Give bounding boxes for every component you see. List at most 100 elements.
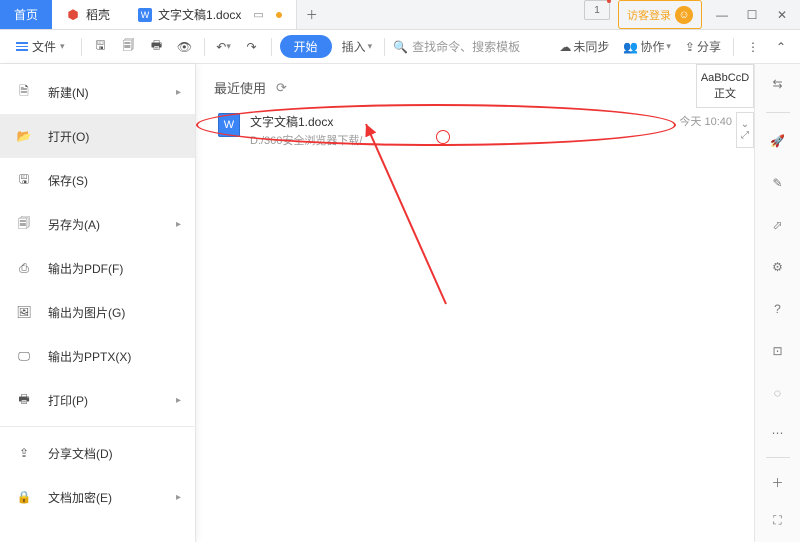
pptx-icon: 🖵	[14, 346, 34, 366]
style-preview[interactable]: AaBbCcD 正文	[696, 64, 754, 108]
collapse-ribbon-icon[interactable]: ⌃	[770, 36, 792, 58]
image-icon: 🖼	[14, 302, 34, 322]
print-preview-icon[interactable]: 👁	[174, 36, 196, 58]
select-icon[interactable]: ⬀	[764, 211, 792, 239]
menu-export-pptx-label: 输出为PPTX(X)	[48, 348, 131, 365]
chevron-right-icon: ▸	[176, 395, 181, 406]
menu-save-as[interactable]: 🗐 另存为(A) ▸	[0, 202, 195, 246]
menu-save[interactable]: 🖫 保存(S)	[0, 158, 195, 202]
zoom-in-icon[interactable]: ＋	[764, 468, 792, 496]
tab-insert[interactable]: 插入▾	[338, 38, 377, 55]
ruler-icon[interactable]: ⇆	[764, 70, 792, 98]
menu-export-img[interactable]: 🖼 输出为图片(G)	[0, 290, 195, 334]
toggle-pane-button[interactable]: ⌄ ⤢	[736, 112, 754, 148]
save-disk-icon: 🖫	[14, 170, 34, 190]
share-icon: ⇪	[685, 40, 695, 54]
menu-encrypt[interactable]: 🔒 文档加密(E) ▸	[0, 475, 195, 519]
menu-export-pdf[interactable]: ⎙ 输出为PDF(F)	[0, 246, 195, 290]
collab-button[interactable]: 👥协作▾	[619, 38, 675, 55]
more-icon[interactable]: ⋮	[742, 36, 764, 58]
lock-icon: 🔒	[14, 487, 34, 507]
tab-daoke[interactable]: ⬢ 稻壳	[52, 0, 124, 29]
settings-slider-icon[interactable]: ⚙	[764, 253, 792, 281]
chevron-right-icon: ▸	[176, 87, 181, 98]
expand-icon: ⤢	[741, 130, 749, 141]
help-icon[interactable]: ?	[764, 295, 792, 323]
window-controls: — ☐ ✕	[708, 0, 800, 29]
print-icon: 🖶	[14, 390, 34, 410]
menu-new[interactable]: 🗎 新建(N) ▸	[0, 70, 195, 114]
menu-save-as-label: 另存为(A)	[48, 216, 100, 233]
toolbar: 文件 ▾ 🖫 🗐 🖶 👁 ↶▾ ↷ 开始 插入▾ 🔍 查找命令、搜索模板 ☁未同…	[0, 30, 800, 64]
tab-doc-label: 文字文稿1.docx	[158, 6, 241, 23]
right-sidebar: ⇆ 🚀 ✎ ⬀ ⚙ ? ⊡ ◌ ⋯ ＋ ⛶	[754, 64, 800, 542]
undo-icon[interactable]: ↶▾	[213, 36, 235, 58]
menu-print[interactable]: 🖶 打印(P) ▸	[0, 378, 195, 422]
menu-export-img-label: 输出为图片(G)	[48, 304, 125, 321]
menu-print-label: 打印(P)	[48, 392, 88, 409]
menu-share-doc-label: 分享文档(D)	[48, 445, 113, 462]
add-tab-button[interactable]: ＋	[297, 0, 327, 29]
docx-icon: W	[218, 113, 240, 137]
more-dots-icon[interactable]: ⋯	[764, 419, 792, 447]
style-name: 正文	[714, 85, 736, 101]
file-menu-label: 文件	[32, 38, 56, 55]
hamburger-icon	[16, 42, 28, 51]
menu-save-label: 保存(S)	[48, 172, 88, 189]
chevron-right-icon: ▸	[176, 219, 181, 230]
save-as-disk-icon: 🗐	[14, 214, 34, 234]
cube-icon[interactable]: ⊡	[764, 337, 792, 365]
save-icon[interactable]: 🖫	[90, 36, 112, 58]
rocket-icon[interactable]: 🚀	[764, 127, 792, 155]
menu-export-pdf-label: 输出为PDF(F)	[48, 260, 123, 277]
tab-home[interactable]: 首页	[0, 0, 52, 29]
recent-item[interactable]: W 文字文稿1.docx D:/360安全浏览器下载/ 今天 10:40	[214, 107, 736, 154]
close-button[interactable]: ✕	[768, 1, 796, 29]
share-button[interactable]: ⇪分享	[681, 38, 725, 55]
collab-icon: 👥	[623, 40, 638, 54]
sync-button[interactable]: ☁未同步	[555, 38, 613, 55]
guest-login-button[interactable]: 访客登录 ☺	[618, 0, 702, 29]
avatar-icon: ☺	[675, 6, 693, 24]
search-box[interactable]: 🔍 查找命令、搜索模板	[393, 38, 520, 55]
menu-open[interactable]: 📂 打开(O)	[0, 114, 195, 158]
badge-icon[interactable]: ◌	[764, 379, 792, 407]
maximize-button[interactable]: ☐	[738, 1, 766, 29]
recent-item-time: 今天 10:40	[679, 113, 732, 129]
tab-start[interactable]: 开始	[280, 35, 332, 58]
print-icon[interactable]: 🖶	[146, 36, 168, 58]
titlebar: 首页 ⬢ 稻壳 W 文字文稿1.docx ▭ ＋ 1 访客登录 ☺ — ☐ ✕	[0, 0, 800, 30]
menu-encrypt-label: 文档加密(E)	[48, 489, 112, 506]
menu-new-label: 新建(N)	[48, 84, 89, 101]
minimize-button[interactable]: —	[708, 1, 736, 29]
recent-header-label: 最近使用	[214, 78, 266, 97]
recent-item-title: 文字文稿1.docx	[250, 113, 669, 130]
window-icon: ▭	[253, 8, 263, 21]
refresh-icon[interactable]: ⟳	[276, 80, 287, 96]
search-icon: 🔍	[393, 40, 408, 54]
recent-item-path: D:/360安全浏览器下载/	[250, 132, 669, 148]
pencil-icon[interactable]: ✎	[764, 169, 792, 197]
main-area: 🗎 新建(N) ▸ 📂 打开(O) 🖫 保存(S) 🗐 另存为(A) ▸ ⎙ 输…	[0, 64, 800, 542]
search-placeholder: 查找命令、搜索模板	[412, 38, 520, 55]
new-file-icon: 🗎	[14, 82, 34, 102]
chevron-down-icon: ▾	[60, 41, 65, 52]
recent-panel: 最近使用 ⟳ W 文字文稿1.docx D:/360安全浏览器下载/ 今天 10…	[196, 64, 754, 542]
style-sample: AaBbCcD	[701, 72, 749, 84]
doc-icon: W	[138, 8, 152, 22]
redo-icon[interactable]: ↷	[241, 36, 263, 58]
menu-export-pptx[interactable]: 🖵 输出为PPTX(X)	[0, 334, 195, 378]
guest-login-label: 访客登录	[627, 7, 671, 23]
fullscreen-icon[interactable]: ⛶	[764, 506, 792, 534]
chevron-right-icon: ▸	[176, 492, 181, 503]
pdf-icon: ⎙	[14, 258, 34, 278]
fire-icon: ⬢	[66, 8, 80, 22]
file-menu-panel: 🗎 新建(N) ▸ 📂 打开(O) 🖫 保存(S) 🗐 另存为(A) ▸ ⎙ 输…	[0, 64, 196, 542]
menu-share-doc[interactable]: ⇪ 分享文档(D)	[0, 431, 195, 475]
save-as-icon[interactable]: 🗐	[118, 36, 140, 58]
recent-header: 最近使用 ⟳	[214, 78, 736, 97]
tab-document[interactable]: W 文字文稿1.docx ▭	[124, 0, 297, 29]
unsaved-dot-icon	[276, 12, 282, 18]
page-count-button[interactable]: 1	[584, 0, 610, 20]
file-menu-button[interactable]: 文件 ▾	[8, 35, 73, 58]
